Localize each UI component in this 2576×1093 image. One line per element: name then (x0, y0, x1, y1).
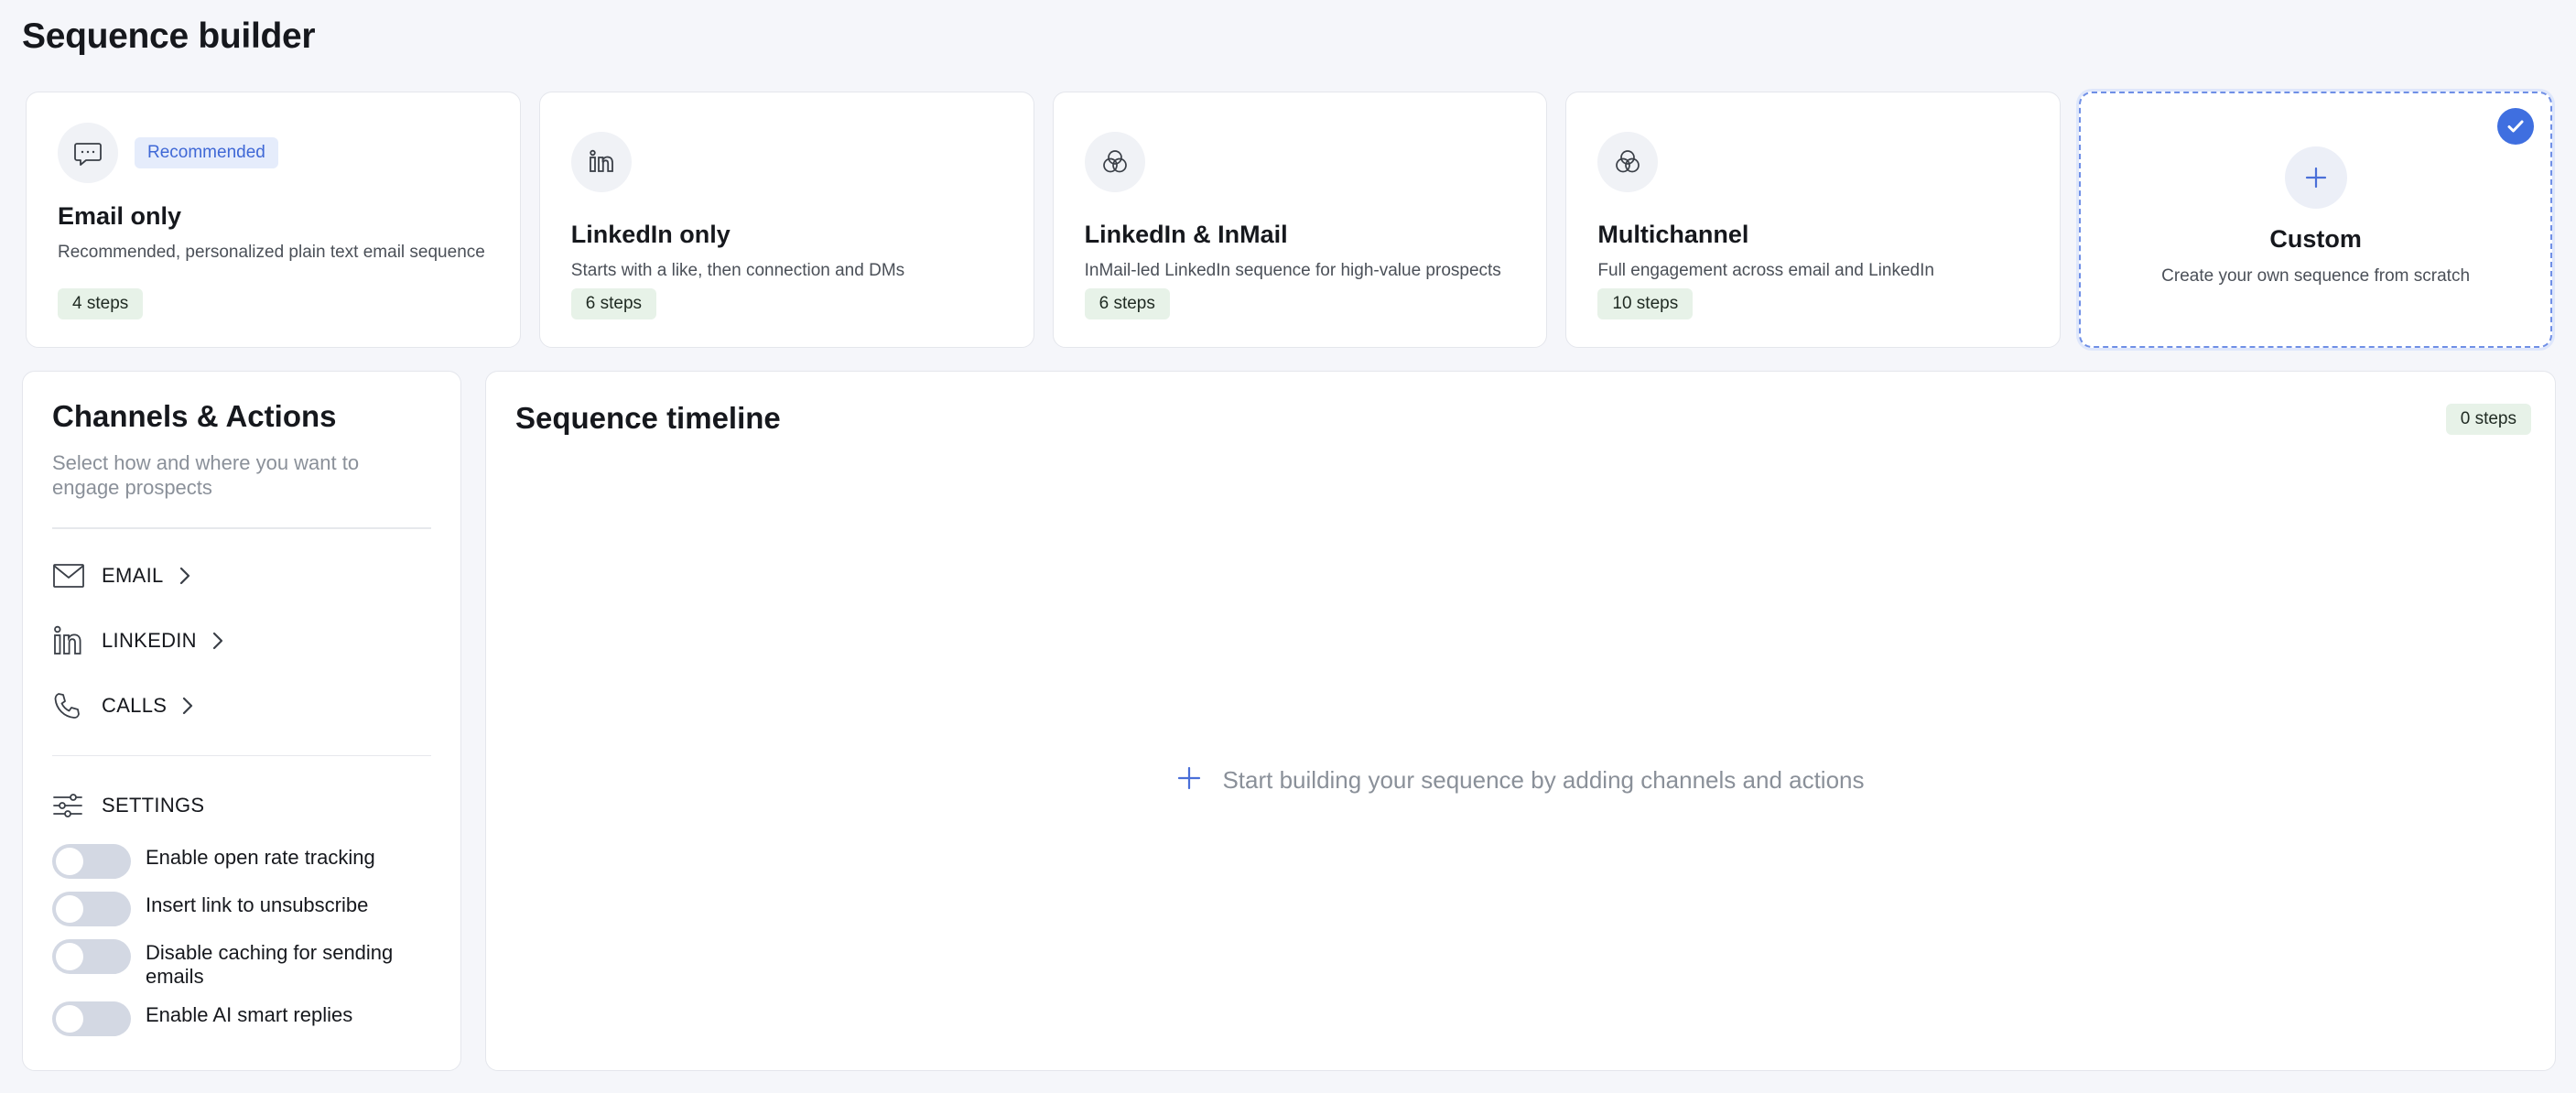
chevron-right-icon (211, 631, 224, 651)
channel-list: EMAIL LINKEDIN CALLS (52, 544, 431, 739)
settings-header: SETTINGS (52, 784, 431, 828)
phone-icon (52, 687, 89, 724)
check-icon (2496, 108, 2534, 145)
template-card-custom[interactable]: Custom Create your own sequence from scr… (2079, 92, 2552, 348)
overlapping-circles-icon (1084, 132, 1145, 192)
setting-unsubscribe-link: Insert link to unsubscribe (52, 892, 431, 926)
toggle-switch[interactable] (52, 892, 131, 926)
template-card-linkedin-inmail[interactable]: LinkedIn & InMail InMail-led LinkedIn se… (1052, 92, 1548, 348)
panel-title: Channels & Actions (52, 399, 337, 433)
channel-linkedin[interactable]: LINKEDIN (52, 609, 431, 674)
chevron-right-icon (181, 696, 194, 716)
template-description: Starts with a like, then connection and … (570, 261, 905, 280)
template-description: Recommended, personalized plain text ema… (58, 243, 485, 262)
panel-subtitle: Select how and where you want to engage … (52, 451, 360, 499)
toggle-label: Enable AI smart replies (146, 1003, 353, 1026)
toggle-switch[interactable] (52, 844, 131, 879)
template-title: LinkedIn only (570, 221, 731, 248)
channel-label: CALLS (102, 694, 168, 717)
empty-state-message: Start building your sequence by adding c… (1222, 766, 1865, 794)
plus-icon (2284, 146, 2347, 209)
template-title: Email only (58, 202, 182, 230)
template-title: LinkedIn & InMail (1084, 221, 1288, 248)
template-title: Multichannel (1597, 221, 1749, 248)
chat-bubble-icon (58, 123, 118, 183)
channel-email[interactable]: EMAIL (52, 544, 431, 609)
envelope-icon (52, 557, 89, 594)
divider (52, 754, 431, 756)
empty-state-add-prompt[interactable]: Start building your sequence by adding c… (486, 765, 2555, 795)
timeline-title: Sequence timeline (515, 401, 781, 435)
divider (52, 527, 431, 529)
channel-calls[interactable]: CALLS (52, 674, 431, 739)
toggle-label: Enable open rate tracking (146, 846, 375, 869)
timeline-panel: Sequence timeline 0 steps Start building… (485, 371, 2556, 1071)
page-title: Sequence builder (22, 16, 316, 56)
toggle-label: Insert link to unsubscribe (146, 893, 369, 916)
channel-label: EMAIL (102, 564, 164, 587)
template-description: Create your own sequence from scratch (2161, 266, 2471, 286)
template-description: Full engagement across email and LinkedI… (1597, 261, 1934, 280)
linkedin-icon (570, 132, 632, 192)
sequence-builder-page: Sequence builder Recommended Email only … (0, 0, 2576, 1093)
steps-chip: 6 steps (570, 288, 657, 319)
steps-count-badge: 0 steps (2445, 404, 2531, 435)
setting-ai-smart-replies: Enable AI smart replies (52, 1001, 431, 1036)
template-card-email[interactable]: Recommended Email only Recommended, pers… (26, 92, 521, 348)
steps-chip: 4 steps (58, 288, 144, 319)
template-cards: Recommended Email only Recommended, pers… (26, 92, 2552, 348)
recommended-badge: Recommended (135, 137, 278, 168)
settings-label: SETTINGS (102, 794, 205, 817)
plus-icon (1176, 765, 1202, 795)
channel-label: LINKEDIN (102, 629, 197, 652)
toggle-switch[interactable] (52, 939, 131, 974)
toggle-label: Disable caching for sending emails (146, 941, 394, 988)
overlapping-circles-icon (1597, 132, 1659, 192)
setting-open-rate-tracking: Enable open rate tracking (52, 844, 431, 879)
template-description: InMail-led LinkedIn sequence for high-va… (1084, 261, 1501, 280)
linkedin-icon (52, 622, 89, 659)
template-title: Custom (2269, 225, 2362, 253)
steps-chip: 6 steps (1084, 288, 1170, 319)
template-card-linkedin[interactable]: LinkedIn only Starts with a like, then c… (538, 92, 1034, 348)
template-card-multichannel[interactable]: Multichannel Full engagement across emai… (1565, 92, 2062, 348)
chevron-right-icon (179, 566, 191, 586)
setting-disable-caching: Disable caching for sending emails (52, 939, 431, 989)
channels-panel: Channels & Actions Select how and where … (22, 371, 461, 1071)
sliders-icon (52, 787, 89, 824)
toggle-switch[interactable] (52, 1001, 131, 1036)
steps-chip: 10 steps (1597, 288, 1694, 319)
